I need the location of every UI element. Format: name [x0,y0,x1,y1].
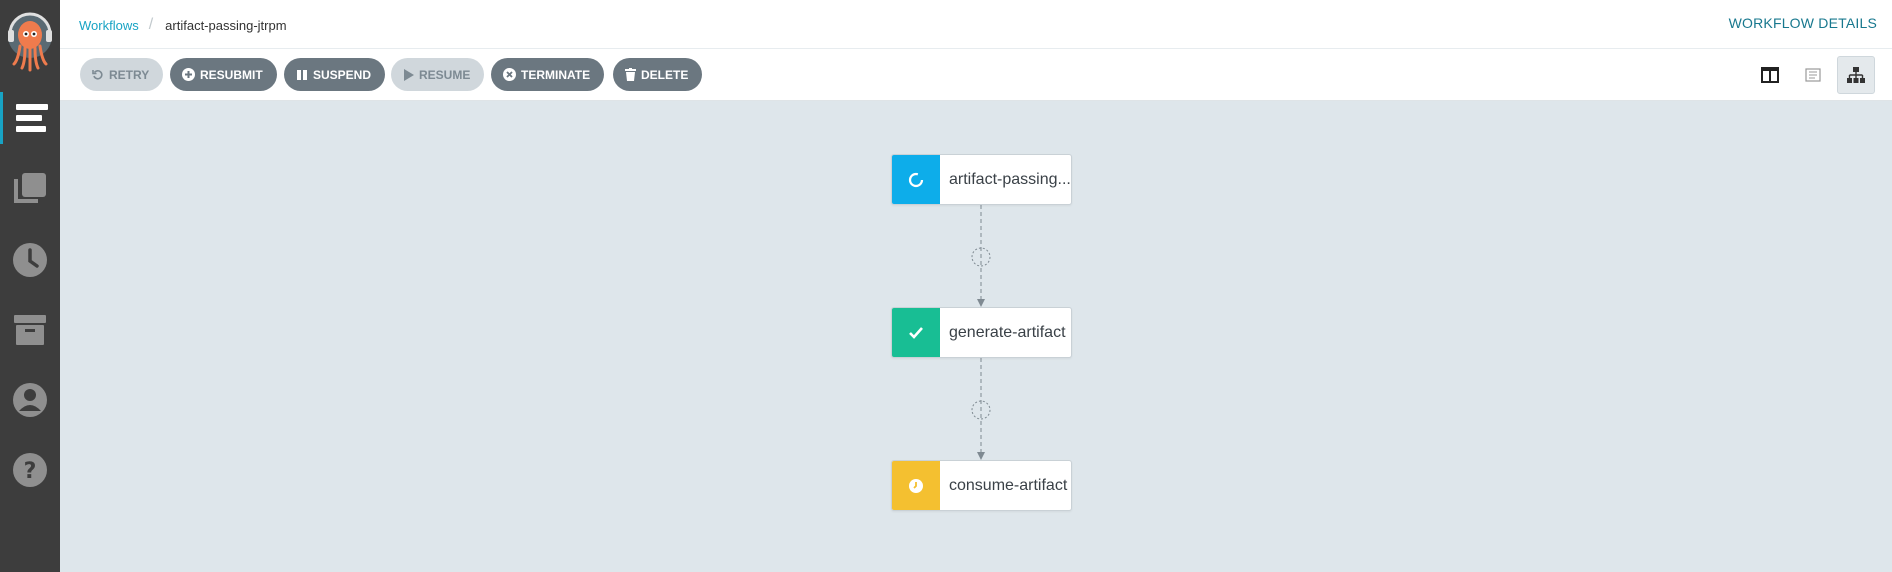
argo-logo[interactable] [6,8,54,74]
pause-icon [296,69,308,81]
delete-label: DELETE [641,67,689,82]
trash-icon [625,68,636,81]
action-toolbar: RETRY RESUBMIT SUSPEND RESUME TERMINATE … [60,49,1892,101]
breadcrumb: Workflows / artifact-passing-jtrpm [79,16,287,34]
graph-view-icon[interactable] [1837,56,1875,94]
user-icon[interactable] [0,374,60,426]
suspend-button[interactable]: SUSPEND [284,58,386,91]
terminate-icon [503,68,516,81]
top-bar: Workflows / artifact-passing-jtrpm WORKF… [60,0,1892,49]
node-label: generate-artifact [949,323,1066,341]
retry-label: RETRY [109,67,150,82]
breadcrumb-separator: / [148,16,154,33]
resubmit-button[interactable]: RESUBMIT [170,58,277,91]
plus-circle-icon [182,68,195,81]
list-view-icon[interactable] [1794,56,1832,94]
archived-workflows-icon[interactable] [0,304,60,356]
retry-button[interactable]: RETRY [80,58,164,91]
node-label: consume-artifact [949,476,1068,494]
resume-button[interactable]: RESUME [391,58,485,91]
workflows-icon[interactable] [0,92,60,144]
workflow-graph: artifact-passing... generate-artifact co… [60,101,1892,572]
breadcrumb-current: artifact-passing-jtrpm [165,17,287,33]
edge-2-arrow [977,452,985,460]
running-icon [892,155,940,204]
breadcrumb-workflows-link[interactable]: Workflows [79,18,139,33]
graph-node-consume-artifact[interactable]: consume-artifact [891,460,1072,511]
node-label: artifact-passing... [949,170,1071,188]
graph-node-generate-artifact[interactable]: generate-artifact [891,307,1072,358]
retry-icon [92,69,104,81]
cron-workflows-icon[interactable] [0,234,60,286]
resubmit-label: RESUBMIT [200,67,263,82]
play-icon [403,68,414,81]
sidebar: ? [0,0,60,572]
suspend-label: SUSPEND [313,67,372,82]
check-icon [892,308,940,357]
page-title: WORKFLOW DETAILS [1728,15,1877,31]
graph-node-artifact-passing[interactable]: artifact-passing... [891,154,1072,205]
svg-text:?: ? [24,459,37,484]
resume-label: RESUME [419,67,471,82]
terminate-button[interactable]: TERMINATE [491,58,605,91]
split-view-icon[interactable] [1751,56,1789,94]
edge-1-arrow [977,299,985,307]
help-icon[interactable]: ? [0,444,60,496]
pending-clock-icon [892,461,940,510]
workflow-templates-icon[interactable] [0,162,60,214]
terminate-label: TERMINATE [521,67,591,82]
delete-button[interactable]: DELETE [613,58,703,91]
